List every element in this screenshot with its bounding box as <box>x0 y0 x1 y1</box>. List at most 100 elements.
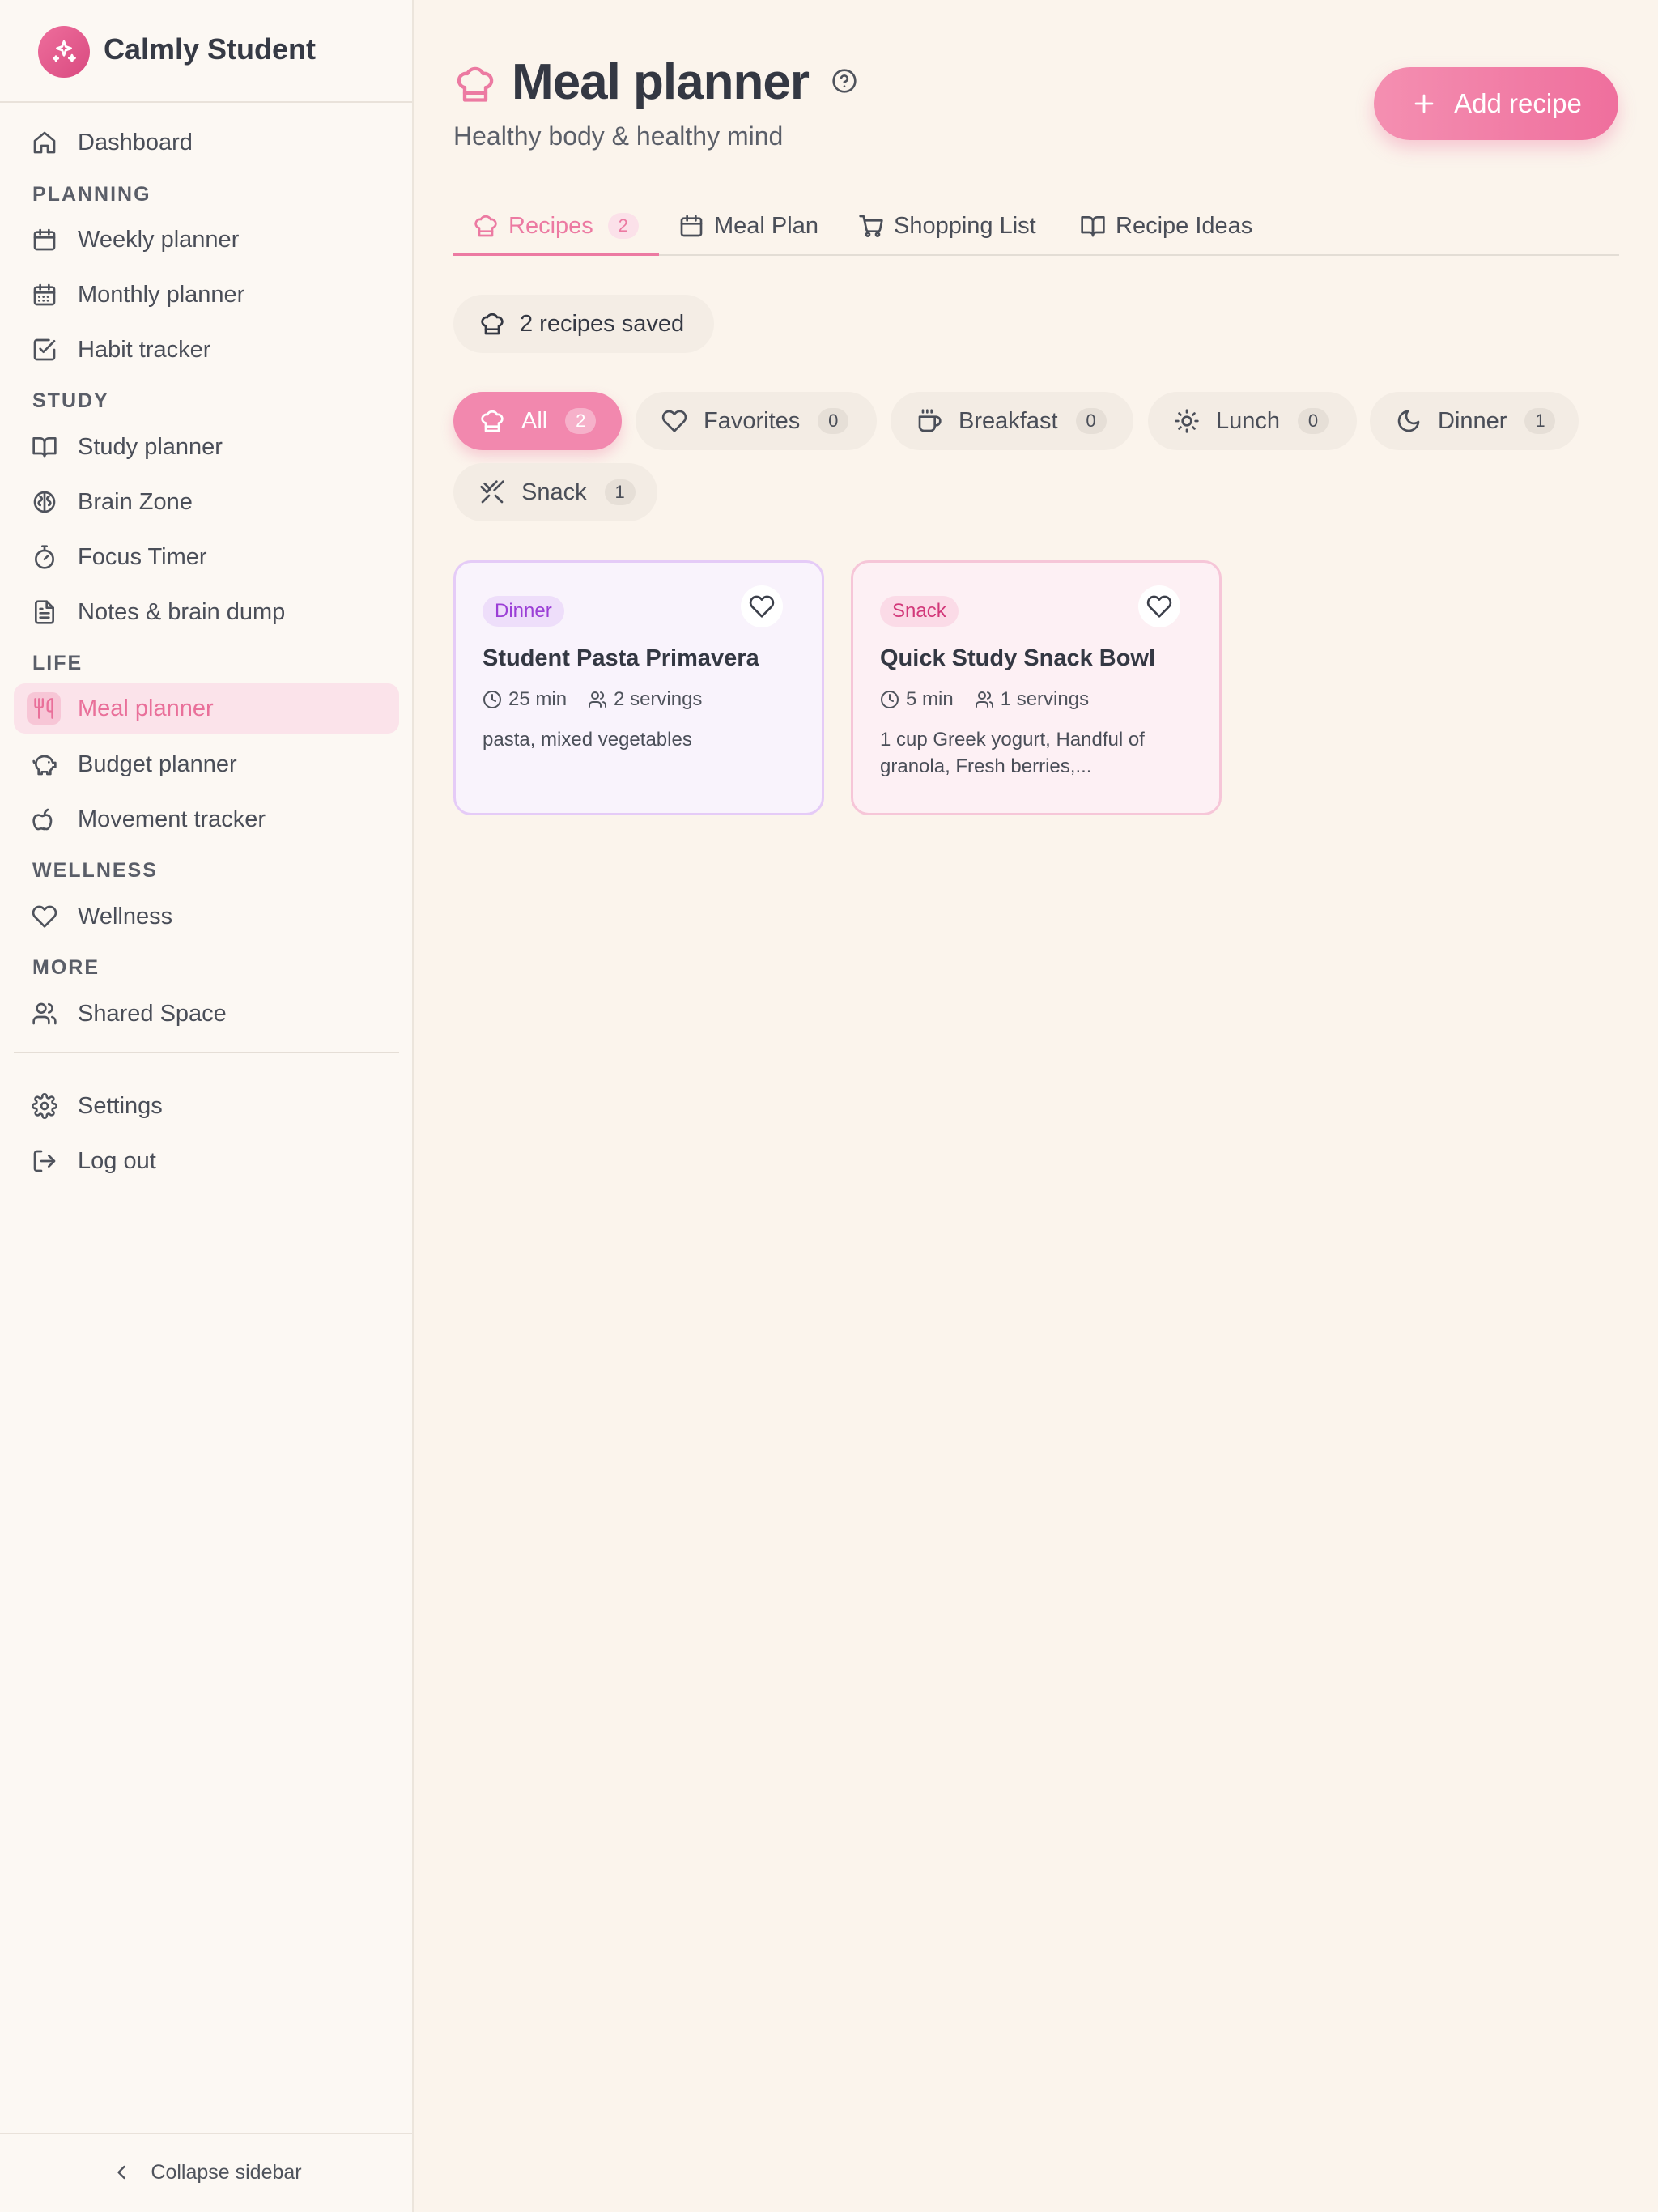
sidebar-item-label: Monthly planner <box>78 282 245 308</box>
sidebar-item-label: Log out <box>78 1148 156 1174</box>
recipe-servings: 2 servings <box>614 688 703 710</box>
collapse-sidebar-label: Collapse sidebar <box>151 2160 302 2184</box>
sidebar-item-dashboard[interactable]: Dashboard <box>14 117 399 168</box>
sidebar-item-label: Movement tracker <box>78 806 266 832</box>
tab-recipe-ideas-label: Recipe Ideas <box>1116 212 1253 239</box>
sidebar-item-logout[interactable]: Log out <box>14 1136 399 1186</box>
recipe-time: 25 min <box>508 688 568 710</box>
filter-all-label: All <box>521 407 548 434</box>
sidebar-item-focus-timer[interactable]: Focus Timer <box>14 532 399 582</box>
book-open-icon <box>32 434 57 460</box>
sidebar-item-habit-tracker[interactable]: Habit tracker <box>14 325 399 375</box>
sidebar-item-label: Habit tracker <box>78 337 211 363</box>
filter-breakfast[interactable]: Breakfast 0 <box>891 392 1133 450</box>
log-out-icon <box>32 1148 57 1174</box>
favorite-button[interactable] <box>741 585 783 627</box>
book-open-icon <box>1081 216 1105 237</box>
users-icon <box>32 1001 57 1027</box>
tab-recipes[interactable]: Recipes 2 <box>473 206 639 246</box>
recipe-ingredients: pasta, mixed vegetables <box>483 729 692 751</box>
chef-hat-icon <box>454 63 496 105</box>
check-square-icon <box>32 337 57 363</box>
tab-bar: Recipes 2 Meal Plan Shopping List Recipe… <box>453 198 1619 256</box>
filter-favorites-count: 0 <box>818 408 849 434</box>
section-label-study: STUDY <box>32 389 109 412</box>
sidebar-item-study-planner[interactable]: Study planner <box>14 422 399 472</box>
sidebar-item-label: Settings <box>78 1093 163 1119</box>
filter-lunch-count: 0 <box>1298 408 1329 434</box>
sidebar-item-label: Weekly planner <box>78 227 240 253</box>
filter-breakfast-count: 0 <box>1075 408 1107 434</box>
tab-recipe-ideas[interactable]: Recipe Ideas <box>1080 206 1252 246</box>
chef-hat-icon <box>481 410 504 432</box>
tab-recipes-label: Recipes <box>508 212 593 239</box>
sidebar-item-budget-planner[interactable]: Budget planner <box>14 739 399 789</box>
sidebar-item-settings[interactable]: Settings <box>14 1081 399 1131</box>
sidebar-item-monthly-planner[interactable]: Monthly planner <box>14 270 399 320</box>
tab-shopping-list-label: Shopping List <box>894 212 1036 239</box>
filter-lunch[interactable]: Lunch 0 <box>1148 392 1357 450</box>
file-text-icon <box>32 599 57 625</box>
heart-icon <box>661 410 687 432</box>
filter-favorites-label: Favorites <box>704 407 801 434</box>
tab-shopping-list[interactable]: Shopping List <box>858 206 1036 246</box>
tab-meal-plan-label: Meal Plan <box>714 212 818 239</box>
tab-meal-plan[interactable]: Meal Plan <box>678 206 818 246</box>
recipe-meta: 5 min 1 servings <box>880 688 1089 711</box>
recipes-saved-summary: 2 recipes saved <box>453 295 714 353</box>
calendar-icon <box>680 215 703 237</box>
collapse-sidebar-button[interactable]: Collapse sidebar <box>0 2154 412 2191</box>
recipe-card[interactable]: Dinner Student Pasta Primavera 25 min 2 … <box>453 560 824 815</box>
sidebar-item-label: Budget planner <box>78 751 237 777</box>
sidebar: Calmly Student Dashboard PLANNING Weekly… <box>0 0 414 2212</box>
filter-snack-count: 1 <box>604 479 636 505</box>
filter-dinner[interactable]: Dinner 1 <box>1370 392 1579 450</box>
utensils-icon <box>27 692 61 725</box>
chevron-left-icon <box>110 2161 133 2184</box>
sidebar-item-weekly-planner[interactable]: Weekly planner <box>14 215 399 265</box>
recipe-card[interactable]: Snack Quick Study Snack Bowl 5 min 1 ser… <box>851 560 1222 815</box>
recipe-time: 5 min <box>906 688 954 710</box>
favorite-button[interactable] <box>1138 585 1180 627</box>
filter-lunch-label: Lunch <box>1216 407 1281 434</box>
add-recipe-button[interactable]: Add recipe <box>1374 67 1618 140</box>
users-icon <box>975 691 993 708</box>
sidebar-item-label: Shared Space <box>78 1001 227 1027</box>
sidebar-item-brain-zone[interactable]: Brain Zone <box>14 477 399 527</box>
piggy-bank-icon <box>32 751 57 777</box>
section-label-wellness: WELLNESS <box>32 859 158 882</box>
sparkles-icon <box>38 26 90 78</box>
heart-icon <box>749 595 775 618</box>
page-title: Meal planner <box>512 54 810 110</box>
sidebar-item-notes[interactable]: Notes & brain dump <box>14 587 399 637</box>
moon-icon <box>1397 410 1420 432</box>
sidebar-item-meal-planner[interactable]: Meal planner <box>14 683 399 734</box>
filter-all-count: 2 <box>565 408 597 434</box>
section-label-planning: PLANNING <box>32 183 151 206</box>
filter-favorites[interactable]: Favorites 0 <box>636 392 877 450</box>
heart-icon <box>1146 595 1172 618</box>
app-name: Calmly Student <box>104 32 317 66</box>
timer-icon <box>32 544 57 570</box>
heart-icon <box>32 904 57 929</box>
sidebar-item-wellness[interactable]: Wellness <box>14 891 399 942</box>
sidebar-item-shared-space[interactable]: Shared Space <box>14 989 399 1039</box>
brand-header[interactable]: Calmly Student <box>0 0 412 103</box>
sidebar-item-movement-tracker[interactable]: Movement tracker <box>14 794 399 844</box>
tab-recipes-count: 2 <box>607 213 639 239</box>
active-tab-indicator <box>453 253 659 256</box>
sidebar-item-label: Study planner <box>78 434 223 460</box>
sidebar-item-label: Meal planner <box>78 696 214 721</box>
recipe-ingredients: 1 cup Greek yogurt, Handful of granola, … <box>880 729 1145 777</box>
sidebar-item-label: Notes & brain dump <box>78 599 286 625</box>
clock-icon <box>483 691 501 708</box>
section-label-life: LIFE <box>32 652 83 674</box>
filter-snack[interactable]: Snack 1 <box>453 463 657 521</box>
plus-icon <box>1414 94 1434 113</box>
calendar-days-icon <box>32 282 57 308</box>
users-icon <box>589 691 607 708</box>
filter-all[interactable]: All 2 <box>453 392 622 450</box>
help-circle-icon[interactable] <box>831 68 857 94</box>
sidebar-item-label: Brain Zone <box>78 489 193 515</box>
gear-icon <box>32 1093 57 1119</box>
